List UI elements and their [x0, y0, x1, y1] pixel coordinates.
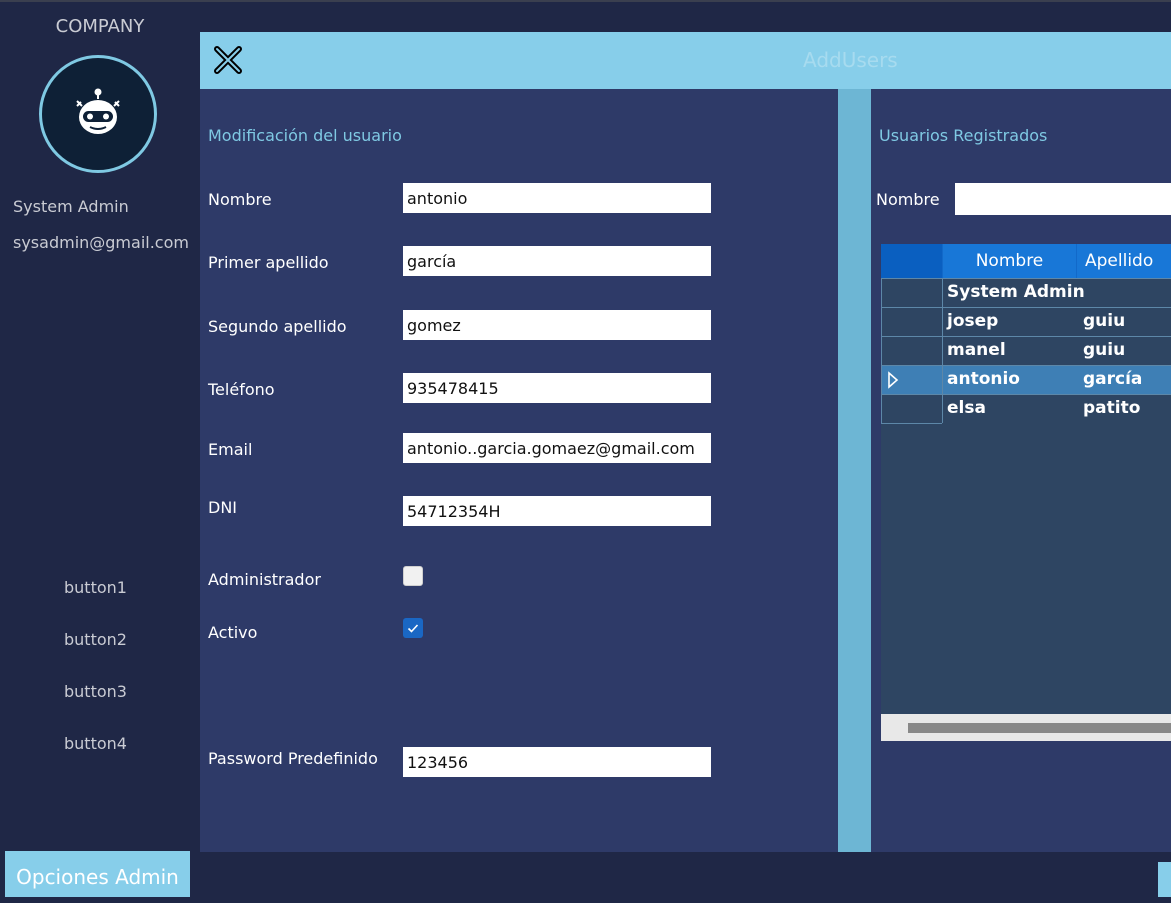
label-dni: DNI [208, 498, 238, 517]
row-header[interactable] [881, 308, 943, 336]
filter-nombre-input[interactable] [955, 183, 1171, 215]
password-input[interactable] [403, 747, 711, 777]
email-input[interactable] [403, 433, 711, 463]
sidebar-button-2[interactable]: button2 [64, 630, 127, 649]
filter-label: Nombre [876, 190, 940, 209]
panel-divider [838, 89, 871, 852]
check-icon [407, 624, 419, 633]
section-title-list: Usuarios Registrados [879, 126, 1048, 145]
activo-checkbox[interactable] [403, 618, 423, 638]
window-title: AddUsers [803, 48, 898, 72]
table-row[interactable]: josep guiu [881, 307, 1171, 336]
scrollbar-thumb[interactable] [908, 723, 1171, 733]
label-password: Password Predefinido [208, 749, 378, 768]
cell-nombre[interactable]: manel [947, 340, 1006, 360]
column-header-apellido[interactable]: Apellido [1077, 244, 1171, 278]
nombre-input[interactable] [403, 183, 711, 213]
user-edit-panel: Modificación del usuario Nombre Primer a… [200, 89, 838, 852]
horizontal-scrollbar[interactable] [881, 714, 1171, 741]
cell-nombre[interactable]: elsa [947, 398, 986, 418]
row-header[interactable] [881, 395, 943, 423]
administrador-checkbox[interactable] [403, 566, 423, 586]
avatar [39, 55, 157, 173]
grid-border [881, 423, 942, 424]
admin-options-button[interactable]: Opciones Admin [5, 851, 190, 897]
grid-border [881, 278, 882, 423]
user-name: System Admin [13, 197, 129, 216]
table-row-selected[interactable]: antonio garcía [881, 365, 1171, 394]
sidebar-button-4[interactable]: button4 [64, 734, 127, 753]
cell-apellido[interactable]: patito [1083, 398, 1140, 418]
telefono-input[interactable] [403, 373, 711, 403]
row-pointer-icon [888, 371, 899, 389]
registered-users-panel: Usuarios Registrados Nombre Nombre Apell… [871, 89, 1171, 852]
users-grid: Nombre Apellido System Admin josep guiu … [881, 244, 1171, 741]
sidebar-button-1[interactable]: button1 [64, 578, 127, 597]
cell-apellido[interactable]: garcía [1083, 369, 1142, 389]
label-email: Email [208, 440, 253, 459]
table-row[interactable]: manel guiu [881, 336, 1171, 365]
cell-nombre[interactable]: antonio [947, 369, 1020, 389]
table-row[interactable]: elsa patito [881, 394, 1171, 423]
bottom-right-button[interactable] [1158, 862, 1171, 897]
cell-nombre[interactable]: josep [947, 311, 998, 331]
close-icon[interactable] [213, 45, 243, 75]
label-nombre: Nombre [208, 190, 272, 209]
cell-nombre[interactable]: System Admin [947, 282, 1085, 302]
user-email: sysadmin@gmail.com [13, 233, 189, 252]
company-name: COMPANY [55, 16, 145, 37]
sidebar: COMPANY System Admin sysadmin@gmail.com … [0, 2, 200, 852]
label-primer-apellido: Primer apellido [208, 253, 329, 272]
label-telefono: Teléfono [208, 380, 275, 399]
row-header[interactable] [881, 279, 943, 307]
section-title-edit: Modificación del usuario [208, 126, 402, 145]
primer-apellido-input[interactable] [403, 246, 711, 276]
robot-icon [76, 88, 120, 134]
row-header[interactable] [881, 337, 943, 365]
table-row[interactable]: System Admin [881, 278, 1171, 307]
label-administrador: Administrador [208, 570, 321, 589]
grid-corner [881, 244, 942, 278]
grid-header: Nombre Apellido [881, 244, 1171, 278]
row-header[interactable] [881, 366, 943, 394]
window-header: AddUsers [200, 32, 1171, 89]
label-activo: Activo [208, 623, 258, 642]
cell-apellido[interactable]: guiu [1083, 340, 1125, 360]
sidebar-button-3[interactable]: button3 [64, 682, 127, 701]
dni-input[interactable] [403, 496, 711, 526]
column-header-nombre[interactable]: Nombre [943, 244, 1076, 278]
cell-apellido[interactable]: guiu [1083, 311, 1125, 331]
label-segundo-apellido: Segundo apellido [208, 317, 347, 336]
segundo-apellido-input[interactable] [403, 310, 711, 340]
